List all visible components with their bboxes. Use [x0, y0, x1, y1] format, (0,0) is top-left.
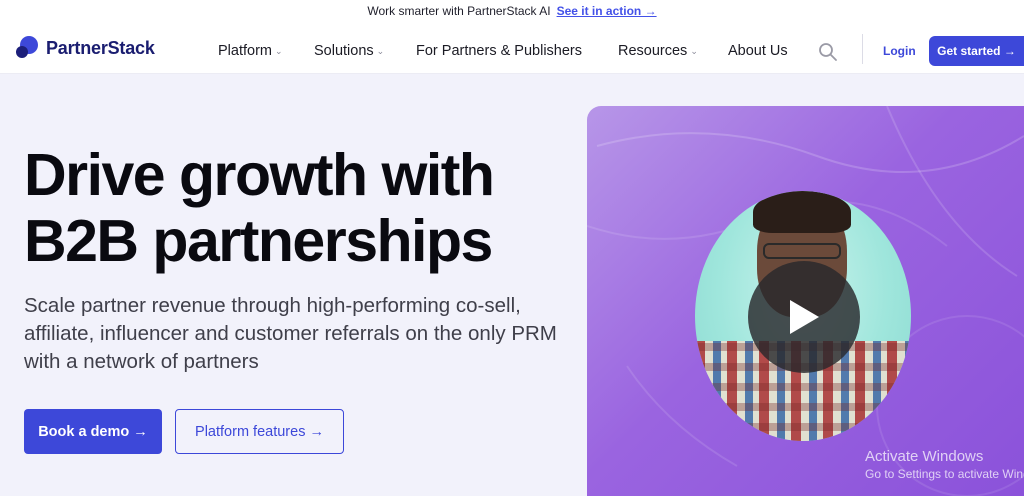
nav-item-about-us[interactable]: About Us: [728, 43, 788, 59]
nav-divider: [862, 34, 863, 64]
announcement-text: Work smarter with PartnerStack AI: [367, 4, 551, 18]
nav-item-platform[interactable]: Platform ⌄: [218, 43, 283, 59]
hero-video[interactable]: [587, 106, 1024, 496]
announcement-link[interactable]: See it in action →: [557, 4, 657, 18]
login-link[interactable]: Login: [883, 44, 916, 58]
brand-logo[interactable]: PartnerStack: [16, 36, 155, 60]
play-icon[interactable]: [748, 261, 860, 373]
nav-item-label: Solutions: [314, 43, 374, 59]
watermark-line-2: Go to Settings to activate Windows.: [865, 467, 1024, 481]
os-activation-watermark: Activate Windows Go to Settings to activ…: [865, 448, 1024, 481]
chevron-down-icon: ⌄: [376, 46, 385, 56]
chevron-down-icon: ⌄: [690, 46, 698, 56]
hero-title: Drive growth with B2B partnerships: [24, 142, 495, 274]
book-demo-button[interactable]: Book a demo →: [24, 409, 162, 454]
announcement-bar: Work smarter with PartnerStack AI See it…: [0, 0, 1024, 22]
search-icon[interactable]: [818, 42, 838, 62]
get-started-button[interactable]: Get started →: [929, 36, 1024, 66]
hero-subtitle: Scale partner revenue through high-perfo…: [24, 294, 557, 373]
nav-item-label: For Partners & Publishers: [416, 43, 583, 59]
nav-item-label: About Us: [728, 43, 788, 59]
logo-mark-icon: [16, 36, 38, 60]
nav-item-partners-publishers[interactable]: For Partners & Publishers: [416, 43, 582, 59]
chevron-down-icon: ⌄: [275, 46, 283, 56]
nav-item-label: Platform: [218, 43, 272, 59]
platform-features-button[interactable]: Platform features →: [175, 409, 344, 454]
top-navigation: PartnerStack Platform ⌄ Solutions ⌄ For …: [0, 22, 1024, 74]
nav-item-label: Resources: [618, 43, 688, 59]
brand-name: PartnerStack: [46, 37, 155, 58]
nav-item-solutions[interactable]: Solutions ⌄: [314, 43, 384, 59]
watermark-line-1: Activate Windows: [865, 448, 984, 465]
nav-item-resources[interactable]: Resources ⌄: [618, 43, 698, 59]
